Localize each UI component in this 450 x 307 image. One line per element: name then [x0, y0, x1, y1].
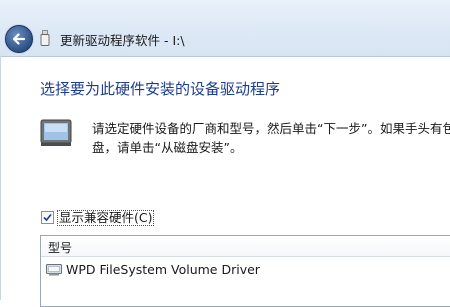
instruction-text: 请选定硬件设备的厂商和型号，然后单击“下一步”。如果手头有包 盘，请单击“从磁盘…: [92, 119, 450, 157]
model-column-header[interactable]: 型号: [41, 236, 450, 257]
device-driver-icon: [46, 264, 62, 276]
back-arrow-icon: [12, 33, 26, 45]
model-list[interactable]: 型号 WPD FileSystem Volume Driver: [40, 235, 450, 307]
back-button[interactable]: [5, 25, 33, 53]
checkmark-icon: [43, 213, 52, 222]
list-item-label: WPD FileSystem Volume Driver: [66, 262, 260, 277]
instruction-line-2: 盘，请单击“从磁盘安装”。: [92, 140, 243, 155]
title-bar: 更新驱动程序软件 - I:\: [0, 0, 450, 57]
model-column-label: 型号: [48, 241, 73, 255]
show-compatible-hardware-checkbox[interactable]: [41, 211, 54, 224]
instruction-line-1: 请选定硬件设备的厂商和型号，然后单击“下一步”。如果手头有包: [92, 121, 450, 136]
page-heading: 选择要为此硬件安装的设备驱动程序: [40, 80, 281, 98]
show-compatible-hardware-label[interactable]: 显示兼容硬件(C): [57, 210, 155, 226]
usb-drive-icon: [40, 30, 50, 46]
hardware-device-icon: [40, 119, 72, 146]
window-title: 更新驱动程序软件 - I:\: [60, 33, 185, 48]
